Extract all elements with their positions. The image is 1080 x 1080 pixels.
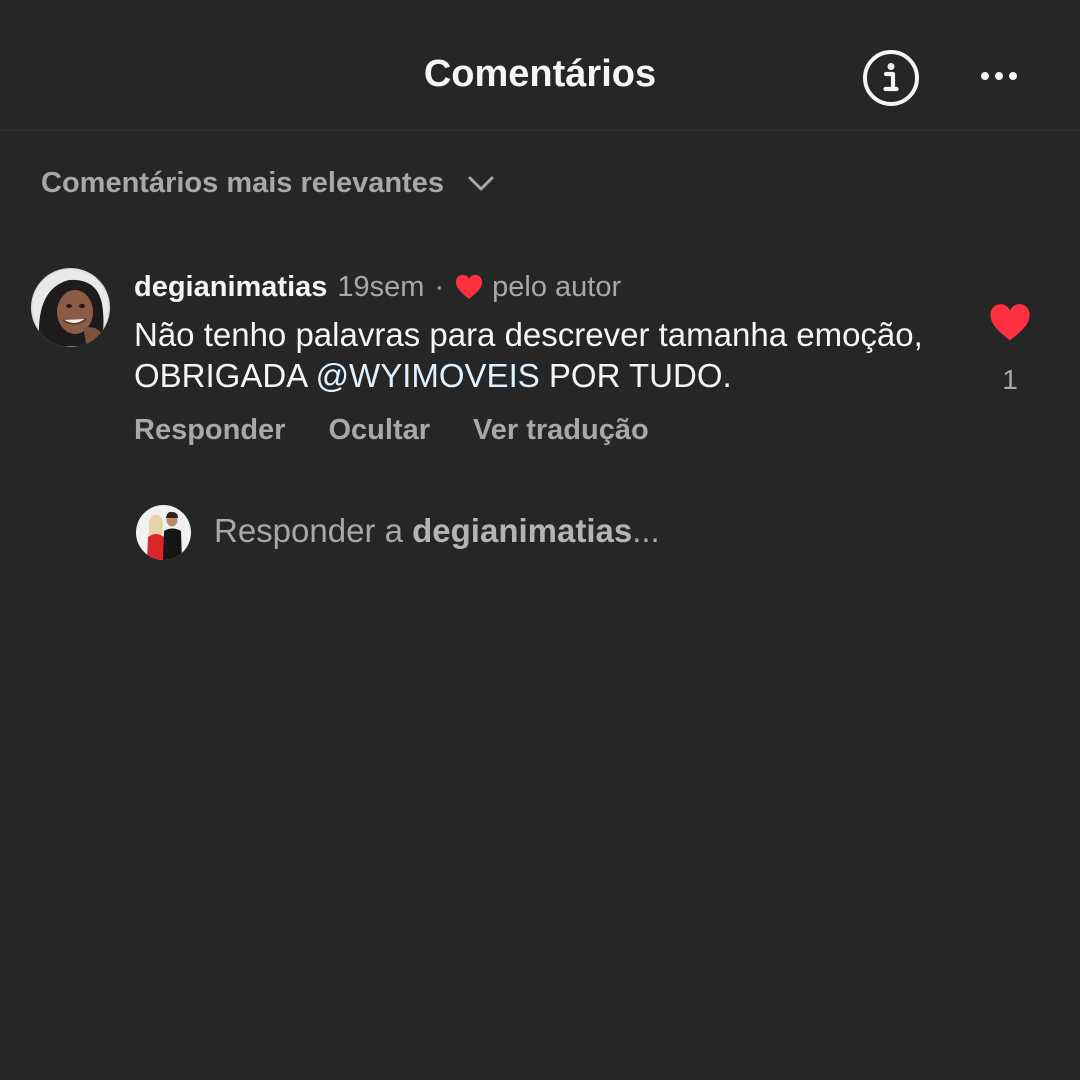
separator-dot: · bbox=[434, 270, 445, 303]
translate-button[interactable]: Ver tradução bbox=[473, 414, 649, 447]
like-heart-icon[interactable] bbox=[989, 302, 1031, 342]
comment-meta: degianimatias 19sem · pelo autor bbox=[134, 268, 621, 306]
comment-text-part: POR TUDO. bbox=[539, 357, 732, 394]
more-options-icon[interactable] bbox=[975, 62, 1025, 92]
reply-input[interactable]: Responder a degianimatias... bbox=[214, 512, 660, 550]
comment-username[interactable]: degianimatias bbox=[134, 271, 327, 304]
liked-by-author-label: pelo autor bbox=[492, 270, 622, 303]
sort-dropdown[interactable]: Comentários mais relevantes bbox=[41, 163, 496, 203]
like-count: 1 bbox=[1002, 364, 1018, 395]
chevron-down-icon bbox=[468, 176, 494, 191]
heart-icon bbox=[455, 274, 483, 299]
sort-label: Comentários mais relevantes bbox=[41, 166, 444, 199]
reply-input-suffix: ... bbox=[632, 512, 660, 549]
hide-button[interactable]: Ocultar bbox=[328, 414, 430, 447]
reply-input-target: degianimatias bbox=[412, 512, 633, 549]
comment-body: Não tenho palavras para descrever tamanh… bbox=[134, 314, 934, 396]
reply-input-prefix: Responder a bbox=[214, 512, 413, 549]
reply-button[interactable]: Responder bbox=[134, 414, 285, 447]
comment-timestamp: 19sem bbox=[337, 270, 425, 303]
info-icon[interactable] bbox=[861, 48, 921, 108]
commenter-avatar[interactable] bbox=[31, 268, 110, 347]
comment-actions: Responder Ocultar Ver tradução bbox=[134, 414, 692, 447]
current-user-avatar bbox=[136, 505, 191, 560]
mention-link[interactable]: @WYIMOVEIS bbox=[316, 357, 540, 394]
top-bar: Comentários bbox=[0, 0, 1080, 131]
